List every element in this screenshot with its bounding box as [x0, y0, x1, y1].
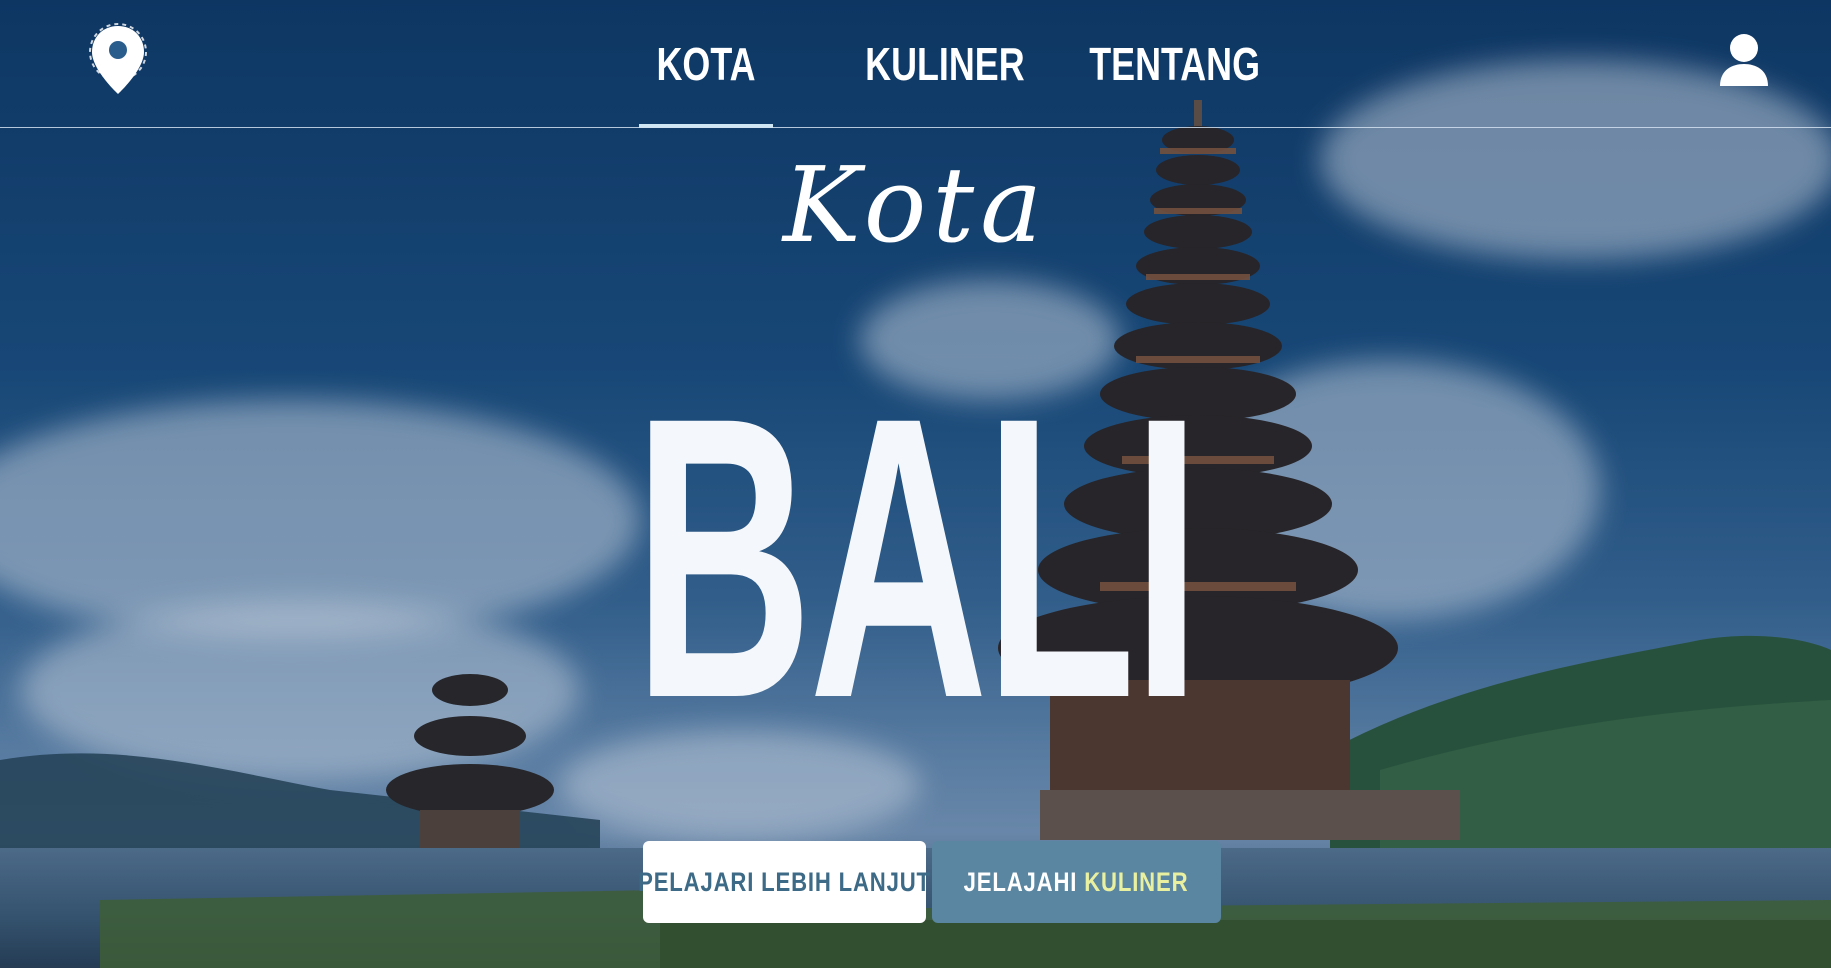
- hero-subtitle: Kota: [782, 144, 1049, 266]
- map-pin-icon[interactable]: [88, 22, 148, 98]
- header-divider: [0, 127, 1831, 128]
- hero-title: BALI: [633, 334, 1201, 781]
- nav-item-tentang[interactable]: TENTANG: [1089, 34, 1260, 94]
- nav-item-kota[interactable]: KOTA: [654, 34, 759, 94]
- nav-item-kuliner[interactable]: KULINER: [865, 34, 1024, 94]
- explore-culinary-prefix: JELAJAHI: [964, 866, 1078, 897]
- explore-culinary-button[interactable]: JELAJAHI KULINER: [932, 841, 1221, 923]
- learn-more-label: PELAJARI LEBIH LANJUT: [638, 866, 931, 897]
- learn-more-button[interactable]: PELAJARI LEBIH LANJUT: [638, 841, 930, 923]
- explore-culinary-accent: KULINER: [1084, 866, 1189, 897]
- user-icon[interactable]: [1716, 32, 1772, 88]
- top-navigation-bar: KOTA KULINER TENTANG: [0, 0, 1831, 128]
- explore-culinary-label: JELAJAHI KULINER: [964, 867, 1189, 898]
